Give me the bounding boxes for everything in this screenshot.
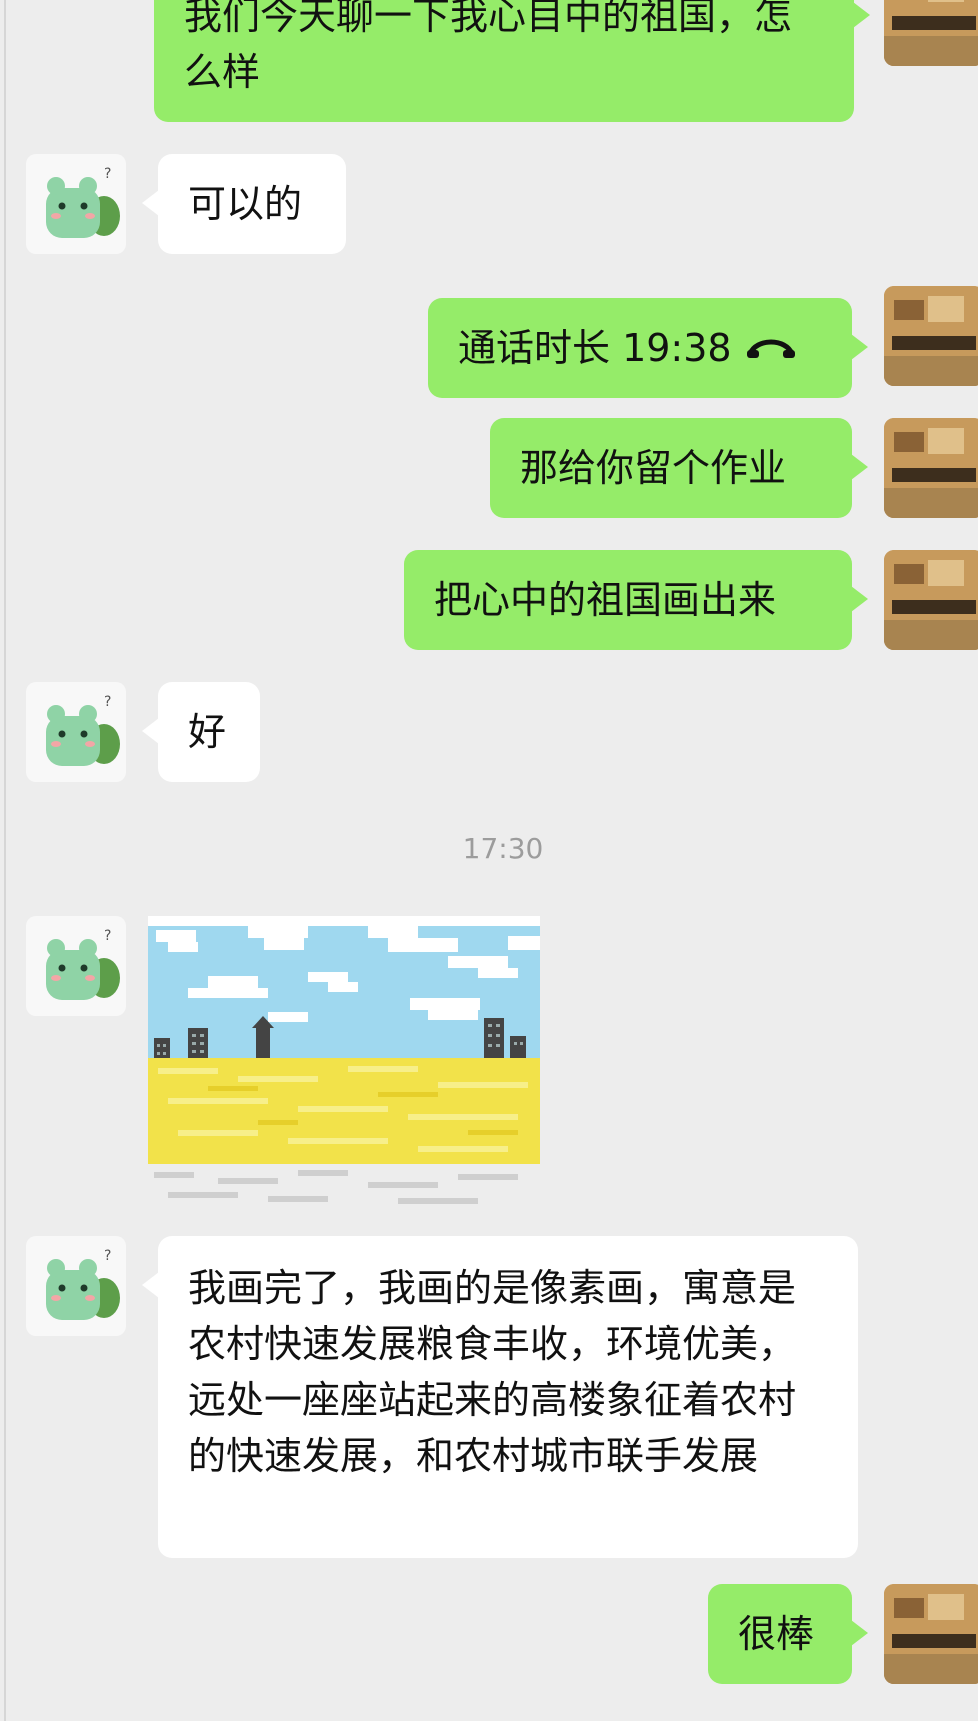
message-text: 很棒 bbox=[738, 1612, 815, 1656]
message-row: 我们今天聊一下我心目中的祖国，怎么样 bbox=[0, 0, 978, 122]
self-avatar-photo bbox=[884, 0, 978, 66]
frog-avatar-icon: ? bbox=[46, 694, 120, 766]
message-row: 把心中的祖国画出来 bbox=[0, 550, 978, 650]
chat-timestamp: 17:30 bbox=[462, 832, 544, 865]
message-row: 通话时长 19:38 bbox=[0, 286, 978, 398]
call-duration-label: 通话时长 19:38 bbox=[458, 326, 732, 370]
message-row: 很棒 bbox=[0, 1584, 978, 1684]
chat-window: 我们今天聊一下我心目中的祖国，怎么样 ? 可以的 通话时长 19:38 那给你留… bbox=[0, 0, 978, 1721]
message-row: ? 我画完了，我画的是像素画，寓意是农村快速发展粮食丰收，环境优美，远处一座座站… bbox=[0, 1236, 978, 1558]
message-bubble[interactable]: 把心中的祖国画出来 bbox=[404, 550, 868, 650]
self-avatar-photo bbox=[884, 418, 978, 518]
svg-text:?: ? bbox=[104, 1248, 111, 1264]
self-avatar[interactable] bbox=[884, 550, 978, 650]
self-avatar[interactable] bbox=[884, 1584, 978, 1684]
svg-text:?: ? bbox=[104, 694, 111, 710]
message-bubble[interactable]: 那给你留个作业 bbox=[490, 418, 868, 518]
self-avatar-photo bbox=[884, 286, 978, 386]
message-bubble[interactable]: 可以的 bbox=[142, 154, 346, 254]
message-text: 可以的 bbox=[188, 182, 303, 226]
message-row: ? 好 bbox=[0, 682, 978, 782]
other-avatar[interactable]: ? bbox=[26, 1236, 126, 1336]
call-record-bubble[interactable]: 通话时长 19:38 bbox=[428, 298, 868, 398]
pixel-art-painting bbox=[148, 916, 540, 1208]
message-bubble[interactable]: 我们今天聊一下我心目中的祖国，怎么样 bbox=[154, 0, 870, 122]
frog-avatar-icon: ? bbox=[46, 166, 120, 238]
frog-avatar-icon: ? bbox=[46, 1248, 120, 1320]
other-avatar[interactable]: ? bbox=[26, 154, 126, 254]
svg-text:?: ? bbox=[104, 166, 111, 182]
other-avatar[interactable]: ? bbox=[26, 682, 126, 782]
self-avatar-photo bbox=[884, 1584, 978, 1684]
phone-hangup-icon bbox=[746, 339, 795, 358]
self-avatar[interactable] bbox=[884, 286, 978, 386]
self-avatar[interactable] bbox=[884, 0, 978, 66]
message-bubble[interactable]: 我画完了，我画的是像素画，寓意是农村快速发展粮食丰收，环境优美，远处一座座站起来… bbox=[142, 1236, 858, 1558]
self-avatar[interactable] bbox=[884, 418, 978, 518]
other-avatar[interactable]: ? bbox=[26, 916, 126, 1016]
image-message[interactable] bbox=[148, 916, 540, 1208]
message-text: 好 bbox=[188, 710, 227, 754]
message-text: 那给你留个作业 bbox=[520, 446, 787, 490]
message-bubble[interactable]: 很棒 bbox=[708, 1584, 868, 1684]
message-bubble[interactable]: 好 bbox=[142, 682, 260, 782]
message-text: 把心中的祖国画出来 bbox=[434, 578, 777, 622]
frog-avatar-icon: ? bbox=[46, 928, 120, 1000]
message-text: 我画完了，我画的是像素画，寓意是农村快速发展粮食丰收，环境优美，远处一座座站起来… bbox=[188, 1266, 797, 1478]
message-text: 我们今天聊一下我心目中的祖国，怎么样 bbox=[184, 0, 793, 94]
message-row: 那给你留个作业 bbox=[0, 418, 978, 518]
self-avatar-photo bbox=[884, 550, 978, 650]
svg-text:?: ? bbox=[104, 928, 111, 944]
message-row: ? 可以的 bbox=[0, 154, 978, 254]
message-row: ? bbox=[0, 916, 978, 1208]
